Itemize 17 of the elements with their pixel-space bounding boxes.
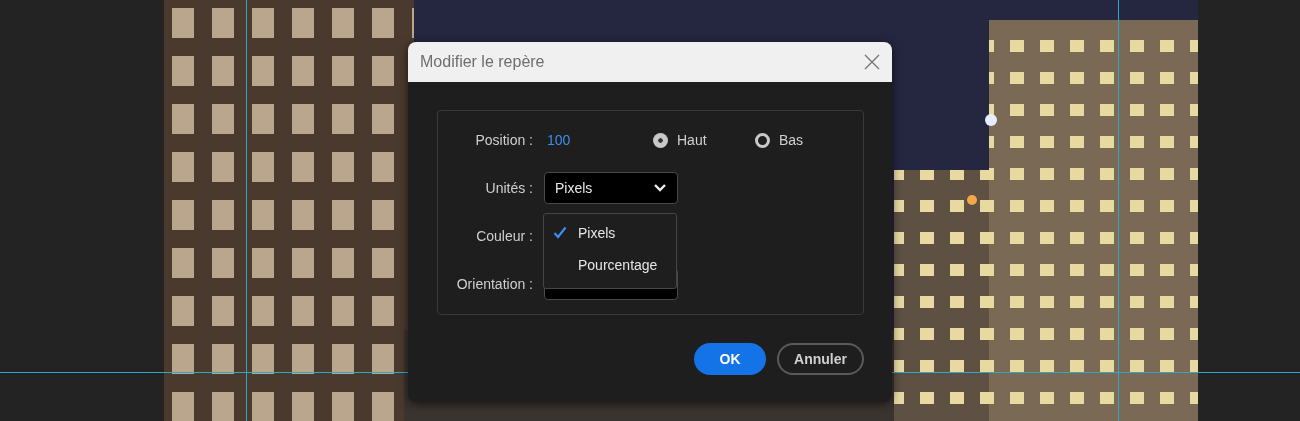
position-value[interactable]: 100 — [544, 132, 653, 148]
close-icon[interactable] — [864, 54, 880, 70]
units-dropdown[interactable]: Pixels — [544, 172, 678, 204]
field-label: Position : — [474, 132, 533, 148]
menu-item[interactable]: Pixels — [544, 220, 676, 245]
menu-item[interactable]: Pourcentage — [544, 252, 676, 277]
field-label: Unités : — [484, 180, 533, 196]
cancel-button[interactable]: Annuler — [777, 343, 864, 375]
field-label: Orientation : — [455, 276, 533, 292]
radio-label: Bas — [779, 132, 804, 148]
dialog-title: Modifier le repère — [420, 53, 545, 71]
ok-button[interactable]: OK — [694, 343, 766, 375]
field-label: Couleur : — [475, 228, 533, 244]
chevron-down-icon — [653, 183, 667, 193]
radio-button[interactable] — [653, 132, 668, 148]
radio-button[interactable] — [755, 132, 770, 148]
radio-label: Haut — [677, 132, 707, 148]
